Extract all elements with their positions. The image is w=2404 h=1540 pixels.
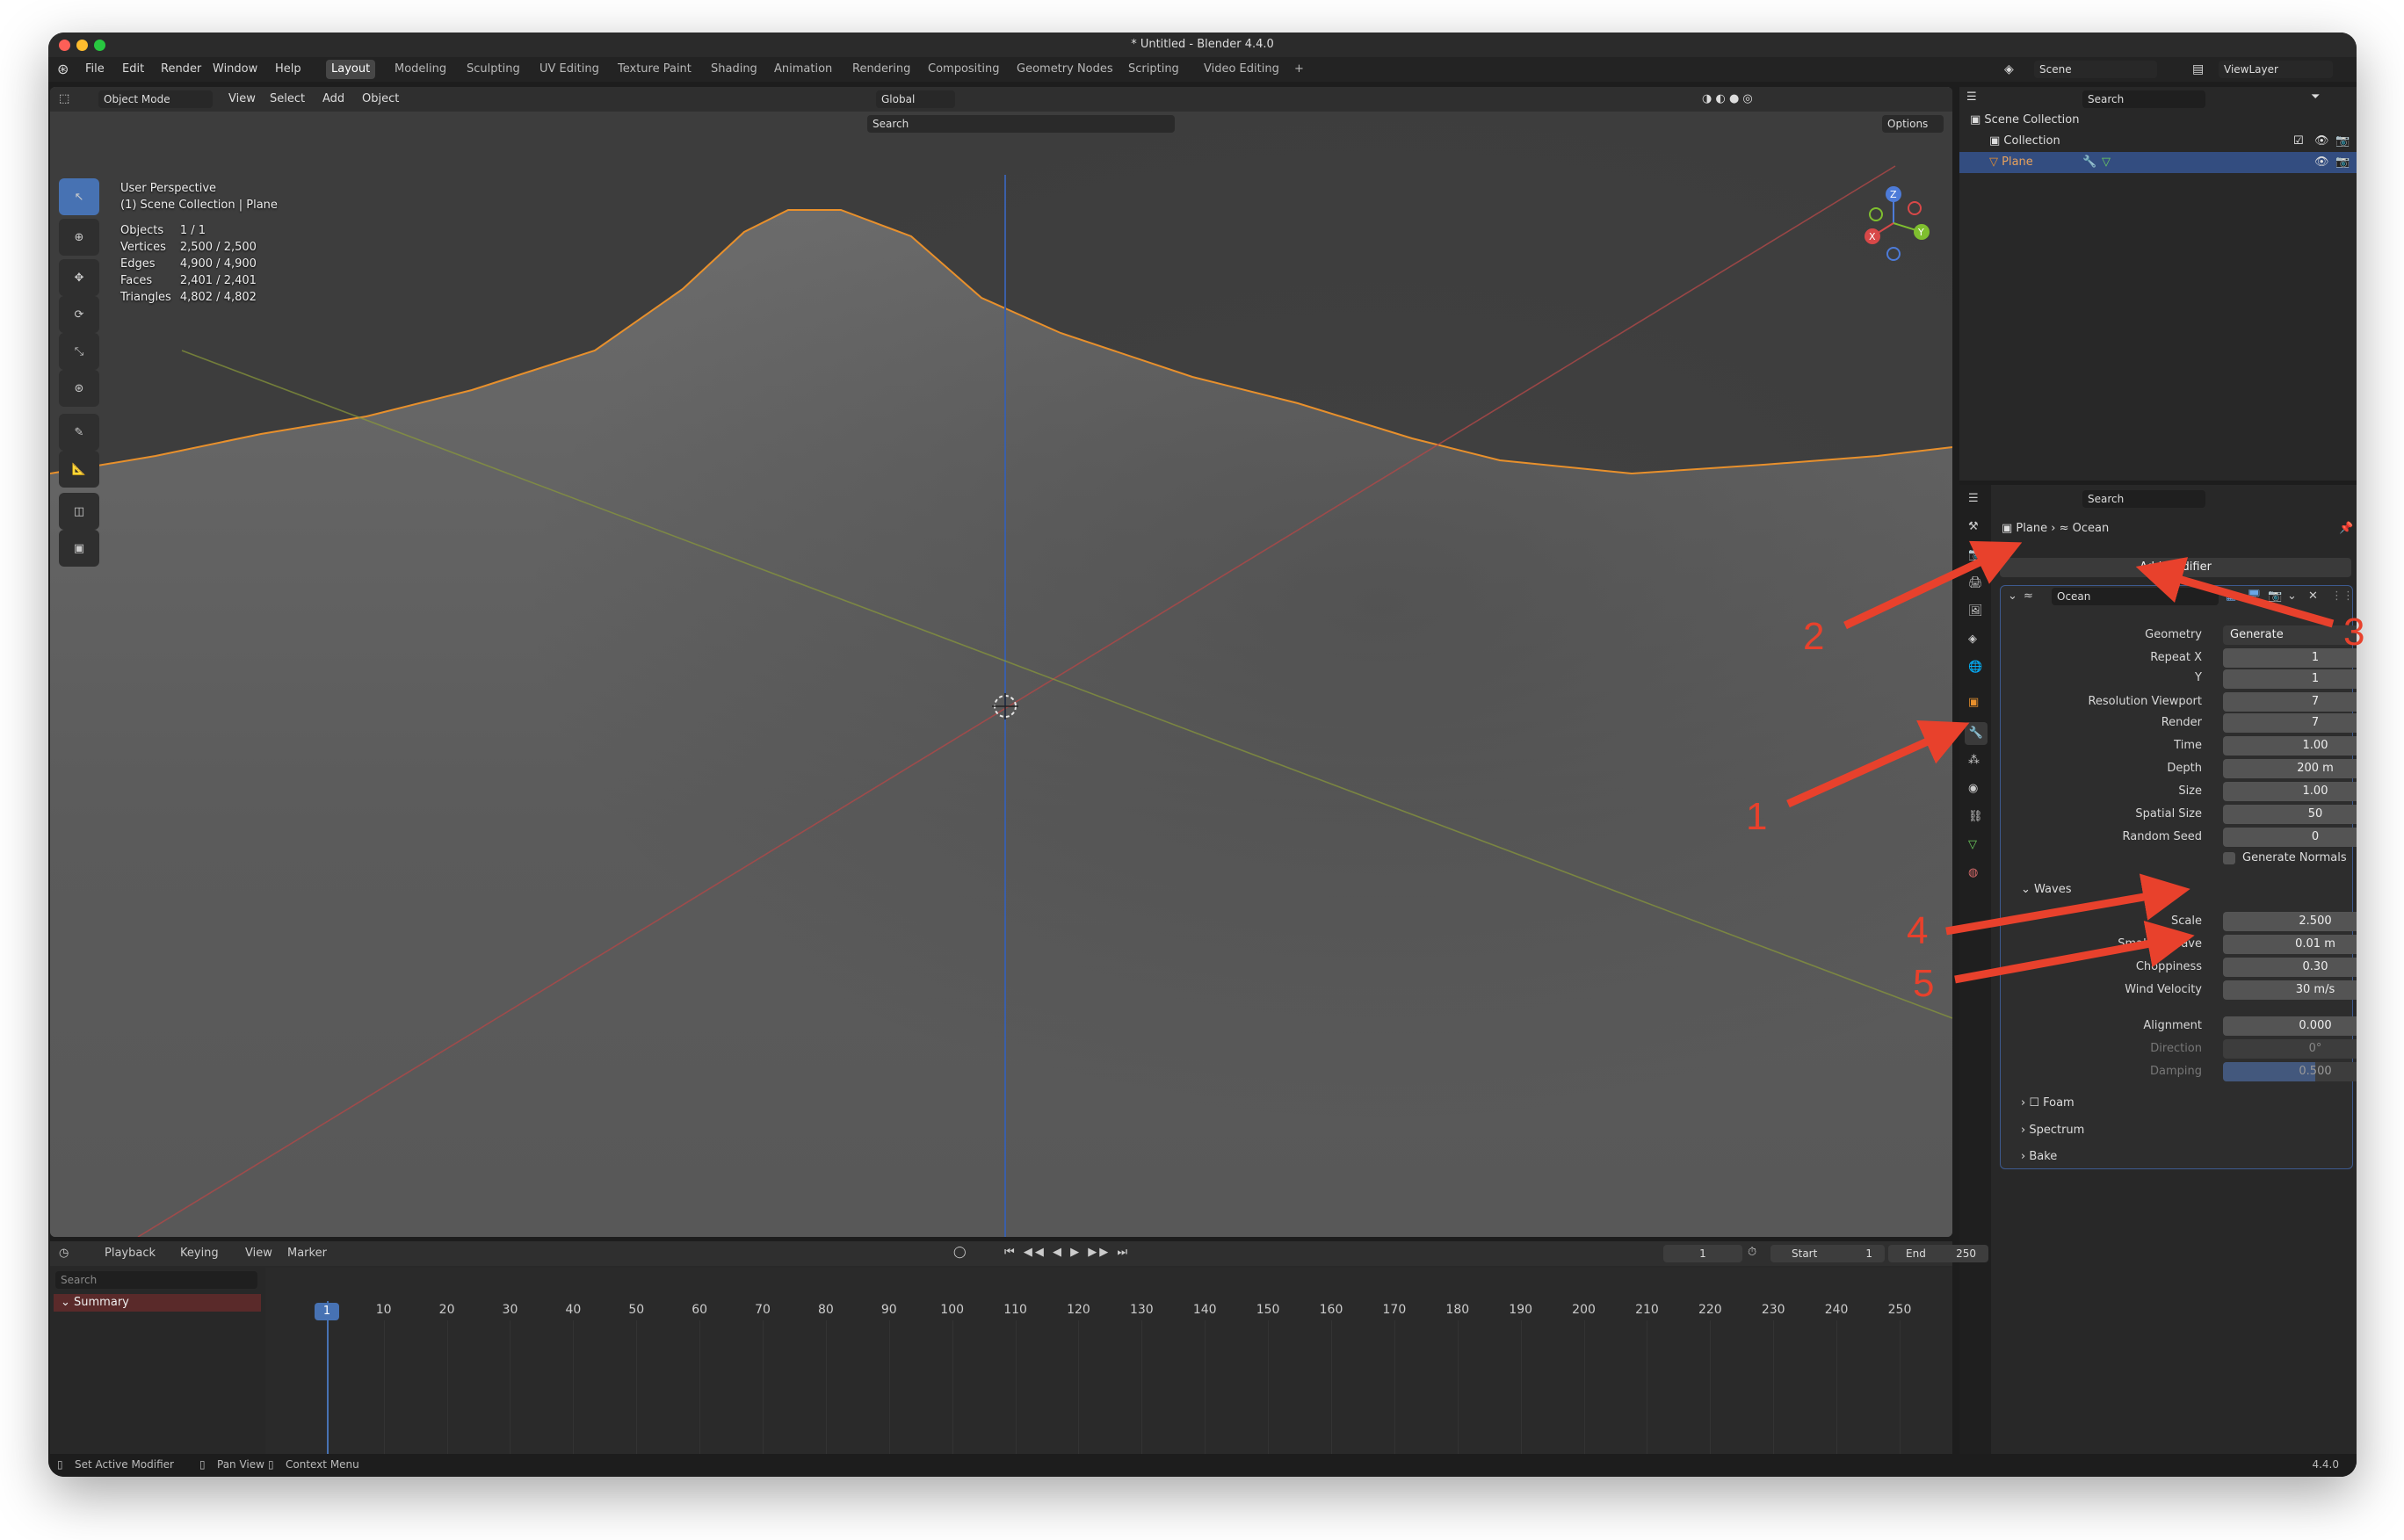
arrow-4: [1945, 873, 2190, 936]
arrow-2: [1843, 540, 2023, 630]
annotation-label-4: 4: [1907, 909, 1929, 952]
annotation-label-5: 5: [1913, 962, 1935, 1005]
arrow-5: [1954, 920, 2195, 984]
annotation-label-2: 2: [1803, 615, 1825, 658]
annotation-label-1: 1: [1746, 795, 1768, 838]
annotation-arrows: [1786, 540, 2335, 984]
arrow-3: [2135, 557, 2335, 628]
annotation-label-3: 3: [2343, 611, 2365, 654]
arrow-1: [1786, 720, 1970, 808]
